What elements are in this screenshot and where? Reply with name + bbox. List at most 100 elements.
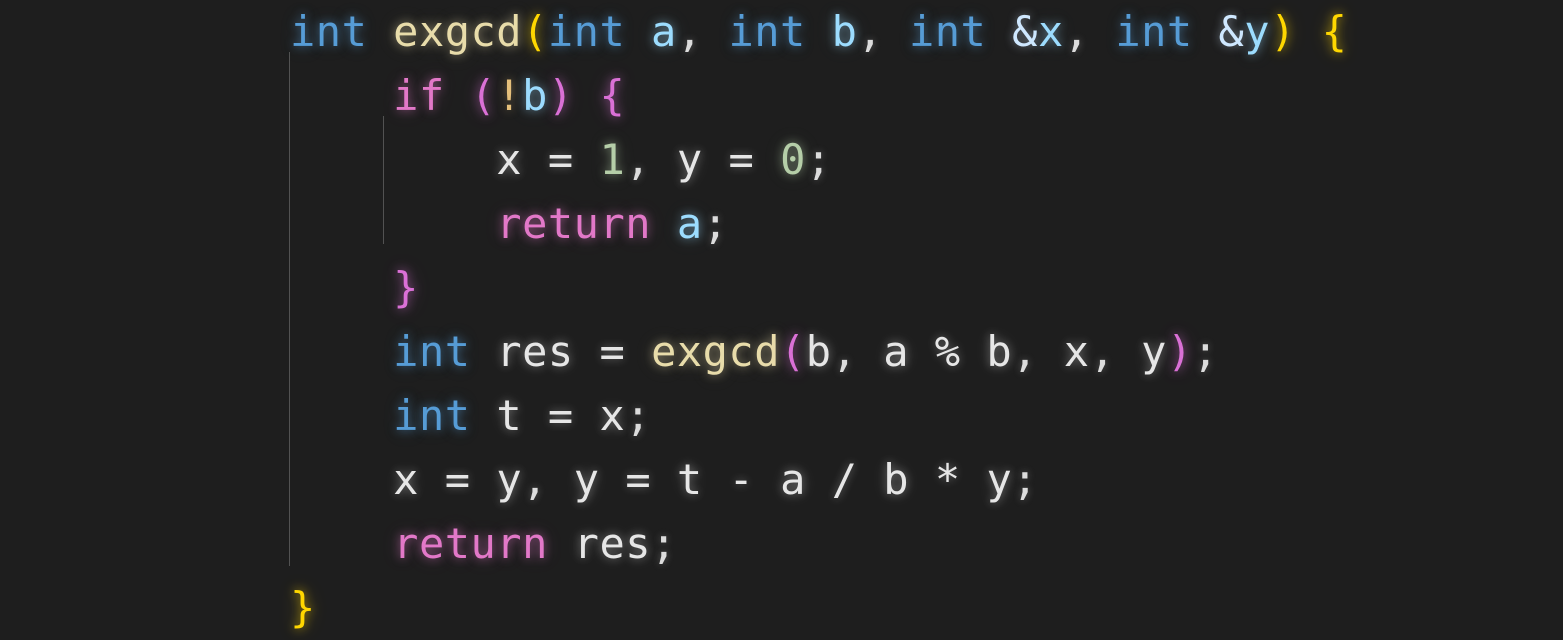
code-token: - — [728, 455, 755, 504]
code-token: t — [496, 391, 523, 440]
code-token: { — [599, 71, 626, 120]
code-token: = — [547, 391, 574, 440]
code-token: , — [831, 327, 858, 376]
code-token: , — [625, 135, 652, 184]
code-token: ; — [1192, 327, 1219, 376]
code-token: } — [290, 583, 316, 632]
code-line[interactable]: x = 1, y = 0; — [0, 128, 1563, 192]
indent-guide — [289, 52, 290, 566]
code-token: ! — [496, 71, 523, 120]
code-token: int — [547, 7, 626, 56]
code-token: int — [393, 327, 471, 376]
code-token: = — [625, 455, 652, 504]
code-token: return — [496, 199, 652, 248]
code-editor[interactable]: int exgcd(int a, int b, int &x, int &y) … — [0, 0, 1563, 640]
code-token: % — [934, 327, 961, 376]
code-token: b — [805, 327, 832, 376]
code-token: a — [676, 199, 703, 248]
code-token: { — [1321, 7, 1348, 56]
code-line[interactable]: return a; — [0, 192, 1563, 256]
code-line[interactable]: int t = x; — [0, 384, 1563, 448]
code-token: x — [599, 391, 626, 440]
code-token: ( — [780, 327, 806, 376]
code-token: exgcd — [393, 7, 523, 56]
code-token: res — [573, 519, 652, 568]
code-line[interactable]: int exgcd(int a, int b, int &x, int &y) … — [0, 0, 1563, 64]
code-token: x — [1063, 327, 1090, 376]
code-token: = — [547, 135, 574, 184]
code-line[interactable]: } — [0, 256, 1563, 320]
code-token: int — [290, 7, 368, 56]
indent-guide — [383, 116, 384, 244]
code-line[interactable]: int res = exgcd(b, a % b, x, y); — [0, 320, 1563, 384]
code-token: , — [1063, 7, 1090, 56]
code-token: t — [676, 455, 703, 504]
code-token: , — [1089, 327, 1116, 376]
code-token: int — [393, 391, 471, 440]
code-token: ; — [1012, 455, 1039, 504]
code-token: ( — [522, 7, 548, 56]
code-token: } — [393, 263, 419, 312]
code-token: int — [728, 7, 806, 56]
code-token: if — [393, 71, 445, 120]
code-token: exgcd — [651, 327, 780, 376]
code-token: int — [908, 7, 987, 56]
code-token: ) — [547, 71, 574, 120]
code-line[interactable]: if (!b) { — [0, 64, 1563, 128]
code-token: a — [883, 327, 909, 376]
code-token: b — [522, 71, 548, 120]
code-token: ) — [1166, 327, 1193, 376]
code-line[interactable]: return res; — [0, 512, 1563, 576]
code-token: res — [496, 327, 574, 376]
code-token: / — [831, 455, 858, 504]
code-token: ; — [805, 135, 832, 184]
code-token: x — [1037, 7, 1064, 56]
code-token: a — [780, 455, 806, 504]
code-line[interactable]: x = y, y = t - a / b * y; — [0, 448, 1563, 512]
code-token: = — [728, 135, 755, 184]
code-token: ( — [470, 71, 497, 120]
code-lines-container[interactable]: int exgcd(int a, int b, int &x, int &y) … — [0, 0, 1563, 640]
code-token: y — [496, 455, 523, 504]
code-token: , — [1012, 327, 1038, 376]
code-line[interactable]: } — [0, 576, 1563, 640]
code-token: y — [573, 455, 600, 504]
code-token: 0 — [780, 135, 806, 184]
code-token: y — [1244, 7, 1271, 56]
code-token: x — [496, 135, 523, 184]
code-token: ) — [1270, 7, 1296, 56]
code-token: int — [1115, 7, 1193, 56]
code-token: b — [883, 455, 910, 504]
